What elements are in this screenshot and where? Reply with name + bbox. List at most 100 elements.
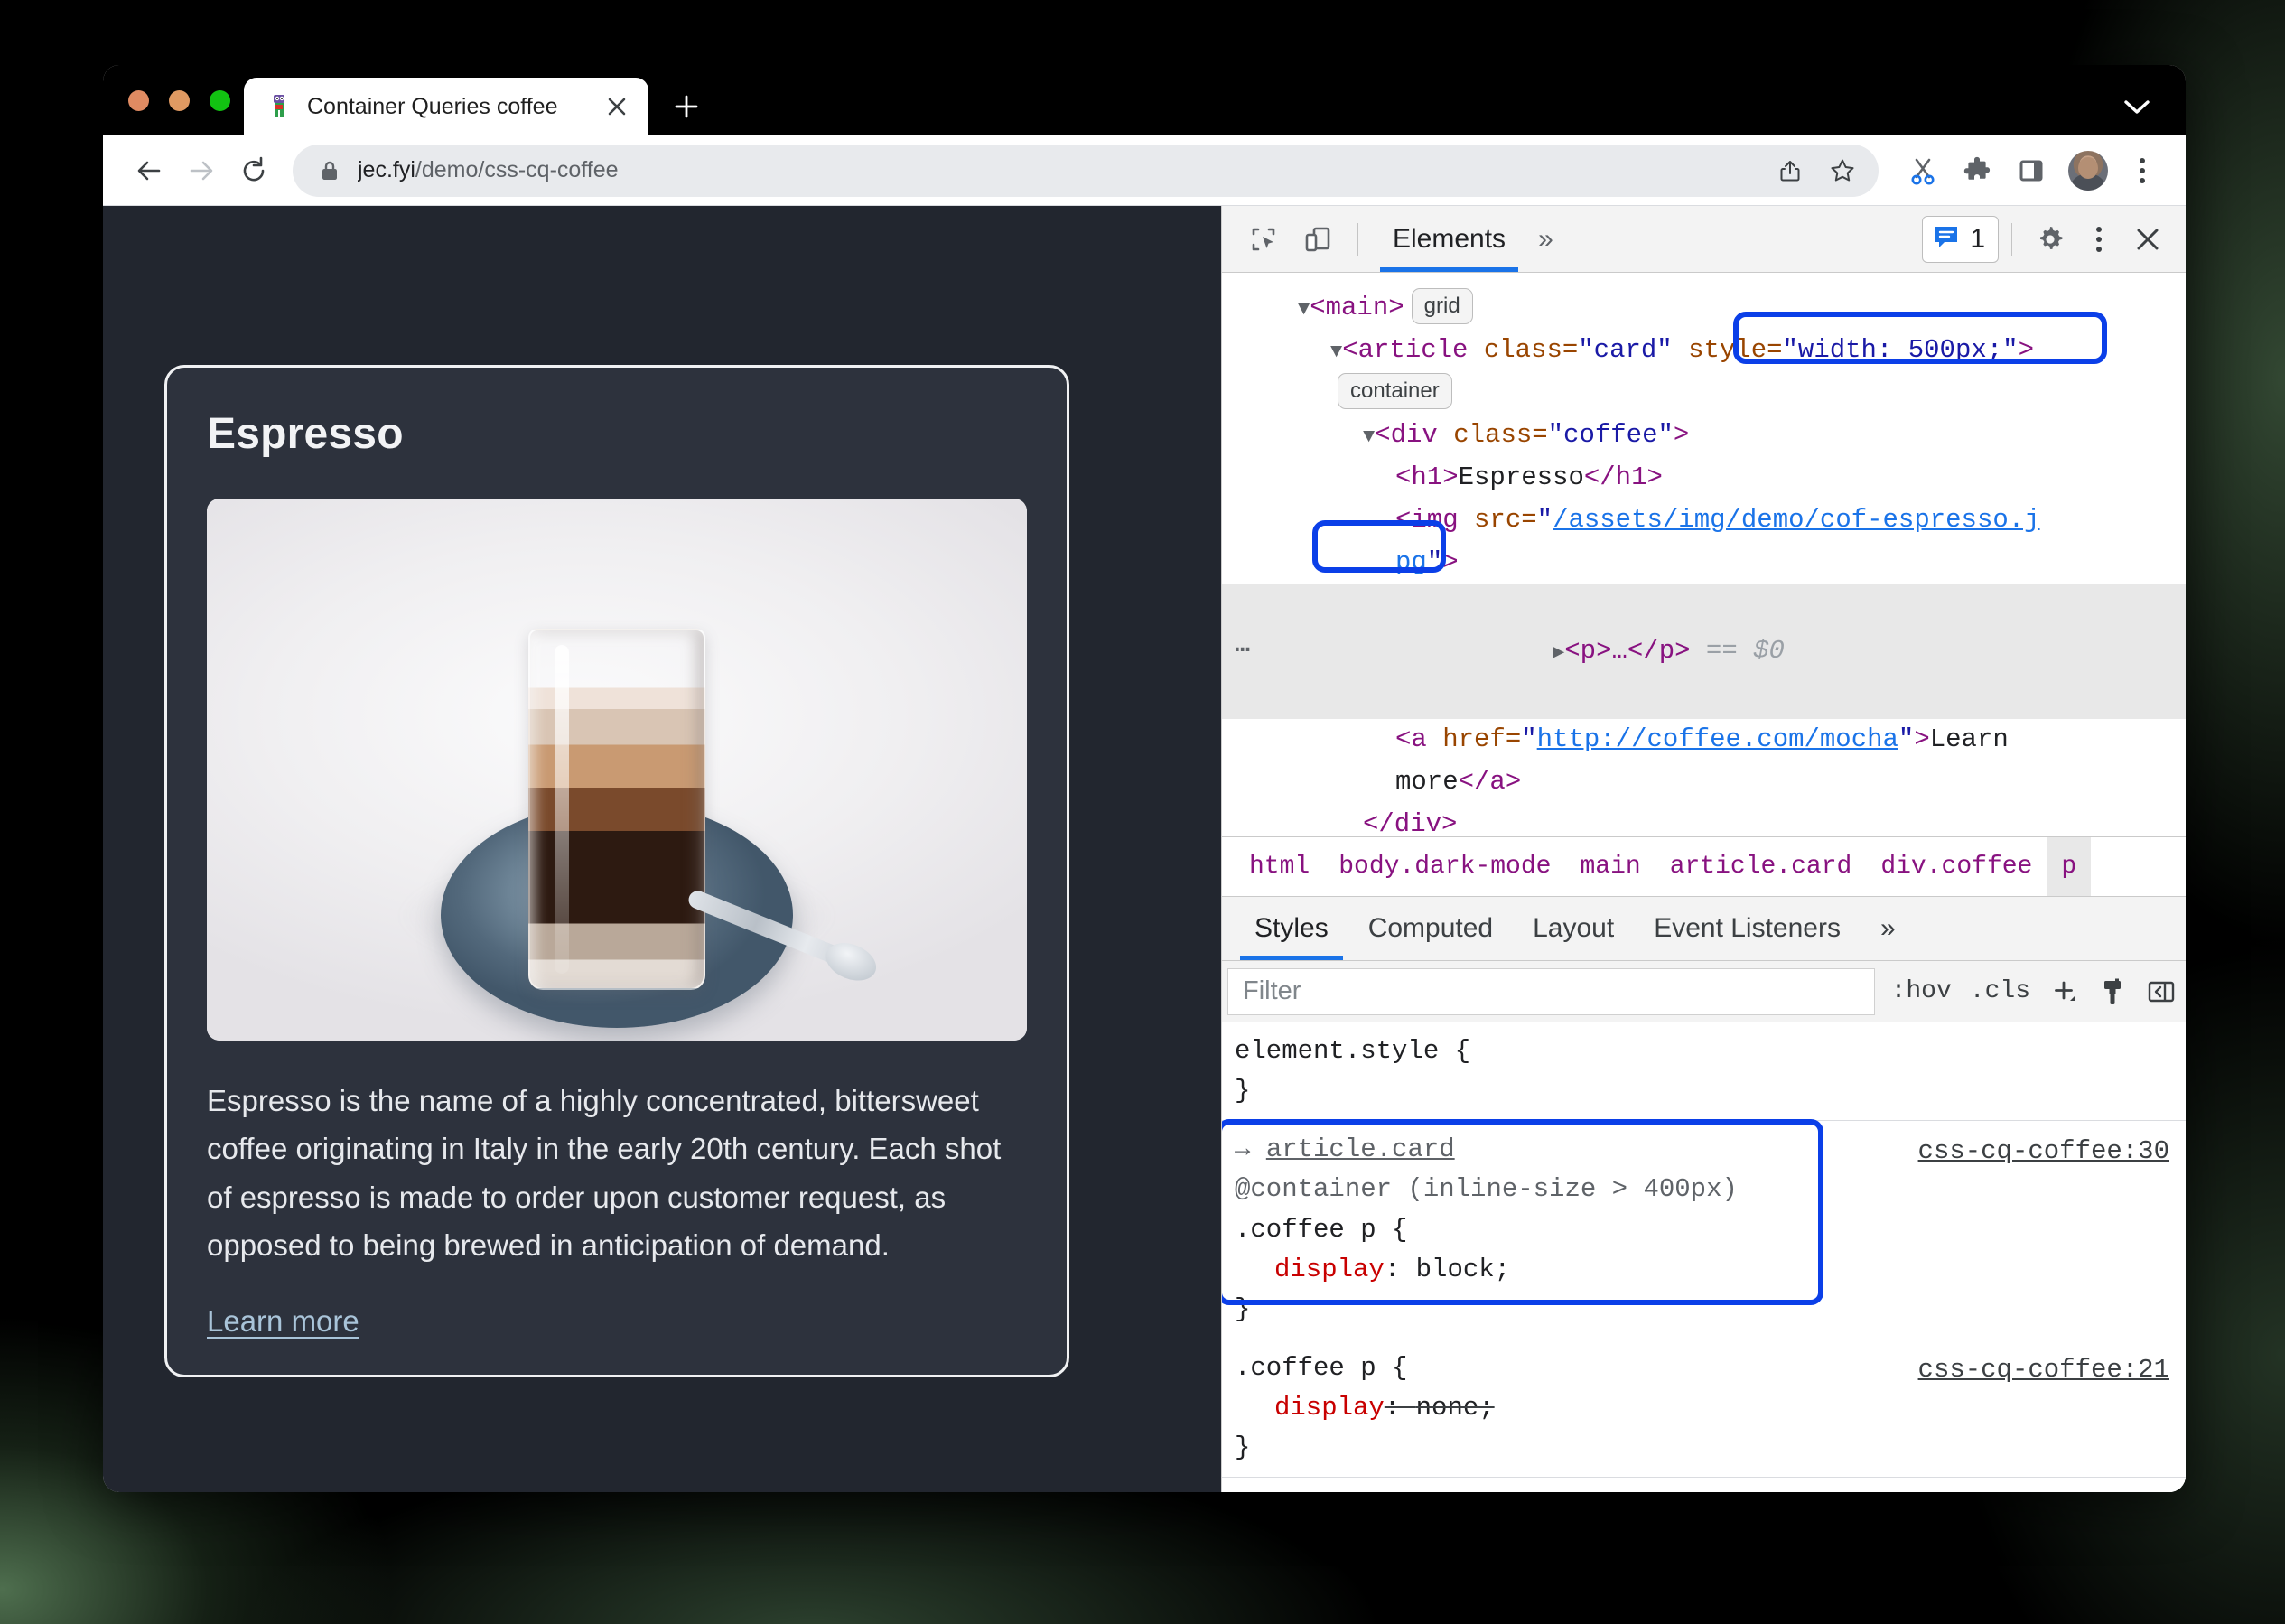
dom-tree[interactable]: ▼<main> grid ▼<article class="card" style…	[1222, 273, 2186, 836]
breadcrumb-body[interactable]: body.dark-mode	[1324, 853, 1565, 881]
dom-node-a-wrap: more</a>	[1395, 766, 1522, 797]
style-rule-element-style[interactable]: element.style { }	[1222, 1022, 2186, 1122]
open-brace: {	[1392, 1352, 1408, 1383]
style-source-link-3[interactable]: css-cq-coffee:3	[1934, 1489, 2169, 1492]
tab-computed[interactable]: Computed	[1348, 897, 1513, 960]
dom-img-src-attr: src	[1474, 504, 1522, 535]
dom-div-class-value: "coffee"	[1547, 419, 1674, 450]
puzzle-icon[interactable]	[1953, 146, 2001, 195]
paintbrush-icon[interactable]	[2088, 967, 2137, 1016]
dom-node-main[interactable]: ▼<main> grid	[1222, 287, 2186, 330]
grid-badge[interactable]: grid	[1411, 288, 1473, 324]
page-viewport: Espresso Espresso is the name of a highl…	[103, 206, 1221, 1492]
value-display-none[interactable]: none;	[1416, 1393, 1495, 1423]
dom-node-a[interactable]: <a href="http://coffee.com/mocha">Learn	[1222, 719, 2186, 761]
tab-strip: Container Queries coffee	[103, 65, 2186, 135]
container-badge[interactable]: container	[1338, 372, 1452, 409]
scissors-icon[interactable]	[1898, 146, 1947, 195]
tab-styles[interactable]: Styles	[1235, 897, 1348, 961]
dom-img-src-value-cont[interactable]: pg	[1395, 547, 1427, 577]
selector-element-style[interactable]: element.style	[1235, 1036, 1439, 1066]
style-rule-coffee-p-none[interactable]: css-cq-coffee:21 .coffee p { display: no…	[1222, 1339, 2186, 1478]
more-sidebar-tabs-button[interactable]: »	[1861, 897, 1916, 960]
share-icon[interactable]	[1767, 147, 1814, 194]
toolbar-icons	[1898, 146, 2164, 195]
close-tab-button[interactable]	[602, 91, 632, 122]
value-display-block[interactable]: block;	[1416, 1255, 1510, 1284]
open-brace: {	[1266, 1491, 1282, 1492]
dom-a-text-cont: more	[1395, 766, 1459, 797]
class-toggle-button[interactable]: .cls	[1961, 977, 2039, 1005]
avatar[interactable]	[2068, 150, 2108, 191]
breadcrumb-div-coffee[interactable]: div.coffee	[1866, 853, 2047, 881]
url-host: jec.fyi	[358, 157, 415, 182]
dom-node-article[interactable]: ▼<article class="card" style="width: 500…	[1222, 330, 2186, 372]
minimize-window-button[interactable]	[169, 90, 190, 111]
url-path: /demo/css-cq-coffee	[415, 157, 619, 182]
property-display-none[interactable]: display	[1235, 1388, 1385, 1428]
inherited-from-article-card[interactable]: article.card	[1266, 1134, 1455, 1164]
address-bar[interactable]: jec.fyi/demo/css-cq-coffee	[293, 144, 1879, 197]
property-display-block[interactable]: display	[1235, 1250, 1385, 1290]
style-rule-container-query[interactable]: css-cq-coffee:30 → article.card @contain…	[1222, 1119, 2186, 1339]
breadcrumb-article-card[interactable]: article.card	[1655, 853, 1867, 881]
learn-more-link[interactable]: Learn more	[207, 1304, 359, 1339]
dom-img-src-value[interactable]: /assets/img/demo/cof-espresso.j	[1553, 505, 2040, 535]
forward-button[interactable]	[175, 145, 228, 197]
dom-tag-div: div	[1390, 419, 1438, 450]
more-panels-button[interactable]: »	[1525, 206, 1566, 272]
breadcrumb-html[interactable]: html	[1235, 853, 1324, 881]
close-window-button[interactable]	[128, 90, 149, 111]
close-devtools-icon[interactable]	[2122, 214, 2173, 265]
hover-state-button[interactable]: :hov	[1882, 977, 1961, 1005]
styles-pane[interactable]: element.style { } css-cq-coffee:30 → art…	[1222, 1022, 2186, 1492]
selector-coffee-p-21[interactable]: .coffee p	[1235, 1353, 1376, 1383]
dom-h1-text: Espresso	[1458, 462, 1584, 492]
device-toolbar-icon[interactable]	[1292, 214, 1343, 265]
kebab-menu-icon[interactable]	[2121, 146, 2164, 195]
selector-coffee-p-30[interactable]: .coffee p	[1235, 1215, 1376, 1245]
style-source-link-30[interactable]: css-cq-coffee:30	[1918, 1132, 2169, 1171]
dom-node-p[interactable]: ⋯ ▶<p>…</p> == $0	[1222, 583, 2186, 719]
tab-elements[interactable]: Elements	[1373, 206, 1525, 272]
toggle-sidebar-icon[interactable]	[2137, 967, 2186, 1016]
tab-layout[interactable]: Layout	[1513, 897, 1634, 960]
browser-tab[interactable]: Container Queries coffee	[244, 78, 648, 135]
coffee-card: Espresso Espresso is the name of a highl…	[164, 365, 1069, 1377]
dom-node-img[interactable]: <img src="/assets/img/demo/cof-espresso.…	[1222, 499, 2186, 542]
close-brace: }	[1235, 1432, 1251, 1462]
open-brace: {	[1392, 1214, 1408, 1245]
dom-p-tag: <p>…</p>	[1564, 635, 1691, 666]
chevron-down-icon[interactable]	[2119, 89, 2155, 125]
side-panel-icon[interactable]	[2007, 146, 2056, 195]
devtools-more-options-icon[interactable]	[2077, 215, 2121, 264]
style-source-link-21[interactable]: css-cq-coffee:21	[1918, 1350, 2169, 1390]
new-tab-button[interactable]	[661, 81, 712, 132]
filter-placeholder: Filter	[1243, 976, 1301, 1006]
breadcrumb-main[interactable]: main	[1565, 853, 1655, 881]
filter-input[interactable]: Filter	[1227, 967, 1875, 1015]
star-icon[interactable]	[1819, 147, 1866, 194]
dom-node-h1[interactable]: <h1>Espresso</h1>	[1222, 457, 2186, 499]
breadcrumb-p[interactable]: p	[2047, 837, 2092, 897]
back-button[interactable]	[123, 145, 175, 197]
reload-button[interactable]	[228, 145, 280, 197]
maximize-window-button[interactable]	[210, 90, 230, 111]
dom-a-text: Learn	[1929, 723, 2009, 754]
dom-node-div-coffee[interactable]: ▼<div class="coffee">	[1222, 415, 2186, 457]
dom-a-href-value[interactable]: http://coffee.com/mocha	[1537, 724, 1898, 754]
devtools-panel: Elements » 1 ▼<main> grid ▼<article clas…	[1221, 206, 2186, 1492]
inspect-element-icon[interactable]	[1238, 214, 1289, 265]
browser-toolbar: jec.fyi/demo/css-cq-coffee	[103, 135, 2186, 206]
dom-node-img-wrap: pg">	[1395, 546, 1459, 577]
gear-icon[interactable]	[2025, 214, 2075, 265]
issues-button[interactable]: 1	[1922, 215, 1999, 263]
selector-p[interactable]: p	[1235, 1491, 1250, 1492]
tab-event-listeners[interactable]: Event Listeners	[1634, 897, 1861, 960]
dom-attr-class: class	[1483, 334, 1562, 365]
dom-close-div: </div>	[1363, 808, 1458, 837]
plus-icon[interactable]	[2039, 967, 2088, 1016]
style-rule-p[interactable]: css-cq-coffee:3 p {	[1222, 1478, 2186, 1492]
dom-gutter-ellipsis[interactable]: ⋯	[1235, 630, 1252, 673]
window-controls	[128, 90, 230, 111]
